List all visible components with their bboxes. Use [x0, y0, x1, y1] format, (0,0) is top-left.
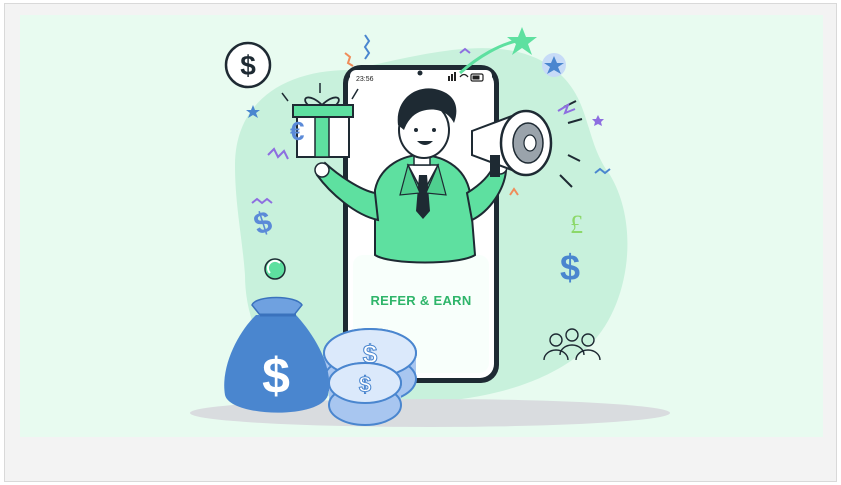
euro-icon: €: [290, 116, 304, 146]
svg-text:€: €: [290, 116, 304, 146]
svg-text:$: $: [359, 372, 371, 397]
dollar-coin-icon: $: [224, 41, 272, 89]
illustration-canvas: 23:56 REFER & EARN € $ $ $ £ $ $ $: [190, 27, 670, 427]
star-badge-icon: [542, 53, 566, 77]
svg-text:$: $: [240, 50, 256, 81]
refer-and-earn-illustration: 23:56 REFER & EARN € $ $ $ £ $ $ $: [20, 15, 823, 437]
green-coin-icon: [264, 258, 286, 280]
svg-text:$: $: [560, 247, 580, 288]
image-frame: 23:56 REFER & EARN € $ $ $ £ $ $ $: [4, 3, 837, 482]
refer-earn-headline: REFER & EARN: [370, 293, 471, 308]
svg-text:$: $: [262, 348, 290, 404]
svg-text:£: £: [570, 210, 583, 239]
phone-clock: 23:56: [356, 76, 374, 83]
